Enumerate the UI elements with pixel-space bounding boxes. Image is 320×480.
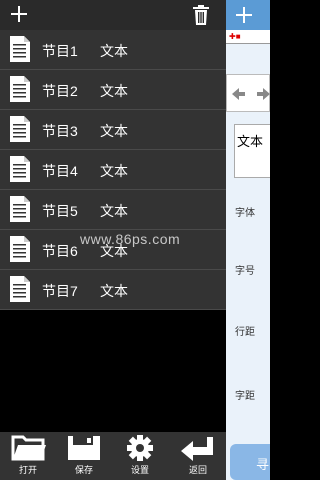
item-name: 节目4 (42, 163, 78, 179)
list-item[interactable]: 节目1 文本 (0, 30, 226, 70)
item-type: 文本 (100, 203, 128, 219)
folder-icon (11, 435, 46, 461)
item-type: 文本 (100, 163, 128, 179)
item-name: 节目7 (42, 283, 78, 299)
trash-icon[interactable] (192, 5, 210, 25)
document-icon (10, 196, 30, 222)
item-type: 文本 (100, 43, 128, 59)
left-right-arrows-icon (232, 88, 270, 100)
document-icon (10, 156, 30, 182)
search-button-label: 寻 (256, 457, 270, 472)
font-size-label: 字号 (235, 266, 255, 277)
item-type: 文本 (100, 283, 128, 299)
item-type: 文本 (100, 83, 128, 99)
program-panel: 节目1 文本 节目2 文本 节目3 文本 节目4 文本 节目5 文本 节目6 文… (0, 0, 226, 480)
item-name: 节目6 (42, 243, 78, 259)
char-spacing-label: 字距 (235, 391, 255, 402)
back-arrow-icon (181, 437, 213, 461)
document-icon (10, 236, 30, 262)
add-icon[interactable] (8, 3, 30, 25)
text-preview-box[interactable]: 文本 (234, 124, 270, 178)
back-button[interactable]: 返回 (170, 432, 226, 480)
program-list: 节目1 文本 节目2 文本 节目3 文本 节目4 文本 节目5 文本 节目6 文… (0, 30, 226, 310)
list-item[interactable]: 节目3 文本 (0, 110, 226, 150)
open-button[interactable]: 打开 (0, 432, 56, 480)
list-item[interactable]: 节目4 文本 (0, 150, 226, 190)
gear-icon (127, 435, 153, 461)
search-button[interactable]: 寻 (230, 444, 270, 480)
list-item[interactable]: 节目2 文本 (0, 70, 226, 110)
item-name: 节目3 (42, 123, 78, 139)
properties-panel: ✚■ 文本 字体 字号 行距 字距 寻 (226, 0, 270, 480)
color-marker-icon: ✚■ (229, 32, 241, 41)
direction-selector[interactable] (226, 74, 270, 112)
watermark-text: www.86ps.com (80, 231, 181, 247)
top-toolbar (0, 0, 226, 30)
line-spacing-label: 行距 (235, 327, 255, 338)
save-icon (68, 436, 100, 460)
preview-text: 文本 (237, 134, 264, 149)
list-item[interactable]: 节目5 文本 (0, 190, 226, 230)
document-icon (10, 36, 30, 62)
back-label: 返回 (188, 465, 207, 475)
item-type: 文本 (100, 123, 128, 139)
item-name: 节目1 (42, 43, 78, 59)
save-button[interactable]: 保存 (56, 432, 112, 480)
open-label: 打开 (18, 465, 37, 475)
settings-button[interactable]: 设置 (112, 432, 168, 480)
settings-label: 设置 (130, 465, 149, 475)
document-icon (10, 76, 30, 102)
save-label: 保存 (74, 465, 93, 475)
document-icon (10, 276, 30, 302)
font-label: 字体 (235, 208, 255, 219)
right-top-toolbar (226, 0, 270, 30)
bottom-toolbar: 打开 保存 设置 返回 (0, 432, 226, 480)
document-icon (10, 116, 30, 142)
add-icon[interactable] (233, 4, 255, 26)
color-strip[interactable]: ✚■ (226, 30, 270, 44)
item-name: 节目2 (42, 83, 78, 99)
list-item[interactable]: 节目7 文本 (0, 270, 226, 310)
item-name: 节目5 (42, 203, 78, 219)
